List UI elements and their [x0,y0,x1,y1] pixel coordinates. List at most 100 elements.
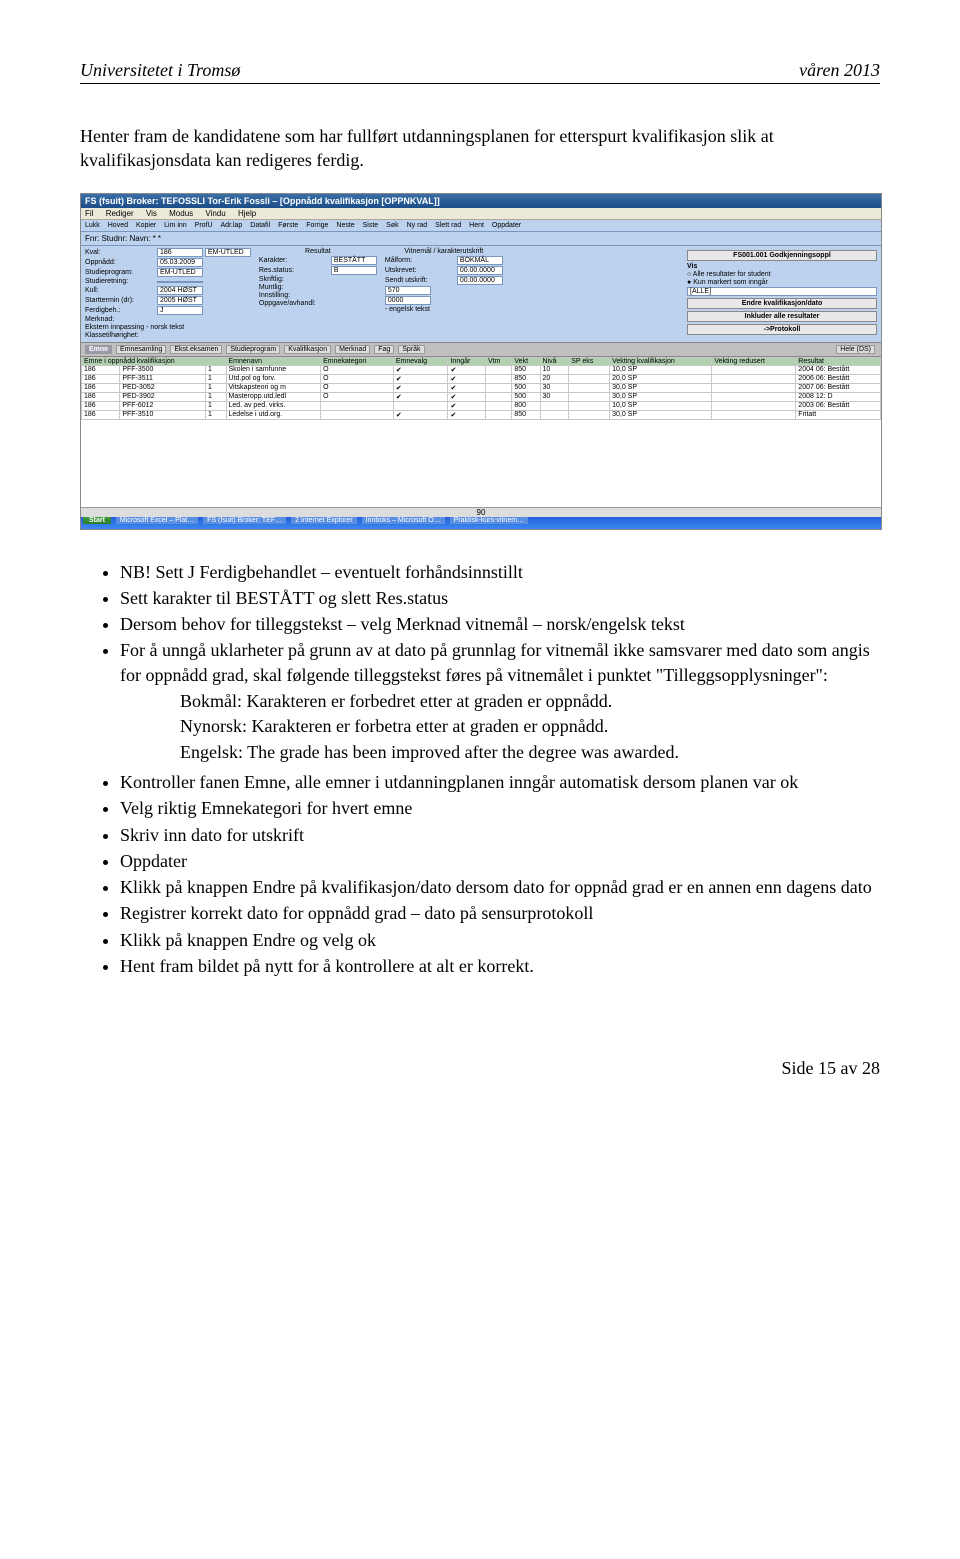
task-doc[interactable]: Praktisk-kurs-vitnem… [450,517,528,524]
kval-field[interactable]: 186 [157,248,203,257]
klasse-label: Klassetilhørighet: [85,332,251,339]
menu-fil[interactable]: Fil [85,209,93,218]
protokoll-button[interactable]: ->Protokoll [687,324,877,335]
menu-vindu[interactable]: Vindu [205,209,225,218]
bullet-10: Registrer korrekt dato for oppnådd grad … [120,901,880,925]
tb-liminn[interactable]: Lim inn [164,222,187,229]
tb-oppdater[interactable]: Oppdater [492,222,521,229]
endre-button[interactable]: Endre kvalifikasjon/dato [687,298,877,309]
tab-hele[interactable]: Hele (DS) [836,345,875,354]
tab-fag[interactable]: Fag [374,345,394,354]
menu-modus[interactable]: Modus [169,209,193,218]
bullet-4: For å unngå uklarheter på grunn av at da… [120,638,880,763]
table-row[interactable]: 186PED-39021Masteropp.utd.ledlO✔✔5003030… [82,392,881,401]
utskrevet-field[interactable]: 00.00.0000 [457,266,503,275]
bullet-9: Klikk på knappen Endre på kvalifikasjon/… [120,875,880,899]
tb-forste[interactable]: Første [278,222,298,229]
tb-hent[interactable]: Hent [469,222,484,229]
bullet-1: NB! Sett J Ferdigbehandlet – eventuelt f… [120,560,880,584]
kval2-field[interactable]: EM-UTLED [205,248,251,257]
header-row: Fnr: Studnr: Navn: * * [81,232,881,246]
radio-kun[interactable]: ● Kun markert som inngår [687,279,877,286]
ferdigbeh-field[interactable]: J [157,306,203,315]
engelsk-tekst-label: - engelsk tekst [385,306,503,313]
sub-nynorsk: Nynorsk: Karakteren er forbetra etter at… [180,714,880,738]
task-ie[interactable]: 2 Internet Explorer [291,517,357,524]
toolbar: Lukk Hoved Kopier Lim inn ProfU Adr.lap … [81,220,881,232]
screenshot: FS (fsuit) Broker: TEFOSSLI Tor-Erik Fos… [80,193,882,530]
menu-rediger[interactable]: Rediger [106,209,134,218]
tb-lukk[interactable]: Lukk [85,222,100,229]
right-pane: FS001.001 Godkjenningsoppl Vis ○ Alle re… [683,246,881,342]
table-row[interactable]: 186PFF-35101Ledelse i utd.org.✔✔85030,0 … [82,410,881,419]
tb-adrlap[interactable]: Adr.lap [221,222,243,229]
tb-slettrad[interactable]: Slett rad [435,222,461,229]
malform-field[interactable]: BOKMÅL [457,256,503,265]
sendt-field[interactable]: 00.00.0000 [457,276,503,285]
norsk-tekst-label: Ekstern innpassing - norsk tekst [85,324,251,331]
table-row[interactable]: 186PFF-35111Utd.pol og forv.O✔✔8502020,0… [82,374,881,383]
tb-datafil[interactable]: Datafil [250,222,270,229]
start-button[interactable]: Start [83,517,111,524]
karakter-field[interactable]: BESTÅTT [331,256,377,265]
bullet-5: Kontroller fanen Emne, alle emner i utda… [120,770,880,794]
tab-eksteksamen[interactable]: Ekst.eksamen [170,345,222,354]
form-mid2: Vitnemål / karakterutskrift Målform: BOK… [381,246,507,342]
tb-nyrad[interactable]: Ny rad [407,222,428,229]
code-button[interactable]: FS001.001 Godkjenningsoppl [687,250,877,261]
tb-forrige[interactable]: Forrige [306,222,328,229]
tb-sok[interactable]: Søk [386,222,398,229]
table-row[interactable]: 186PED-30521Vitskapsteori og mO✔✔5003030… [82,383,881,392]
menubar[interactable]: Fil Rediger Vis Modus Vindu Hjelp [81,208,881,220]
bullet-11: Klikk på knappen Endre og velg ok [120,928,880,952]
tab-sprak[interactable]: Språk [398,345,424,354]
field-570[interactable]: 570 [385,286,431,295]
bullet-list: NB! Sett J Ferdigbehandlet – eventuelt f… [80,560,880,979]
bullet-3: Dersom behov for tilleggstekst – velg Me… [120,612,880,636]
table-row[interactable]: 186PFF-35001Skolen i samfunneO✔✔8501010,… [82,365,881,374]
task-fs[interactable]: FS (fsuit) Broker: TEF… [203,517,286,524]
sub-bokmal: Bokmål: Karakteren er forbedret etter at… [180,689,880,713]
alle-field[interactable]: [ALLE] [687,287,877,296]
tab-emne[interactable]: Emne [85,345,112,354]
kull-field[interactable]: 2004 HØST [157,286,203,295]
studieprogram-field[interactable]: EM-UTLED [157,268,203,277]
page-footer: Side 15 av 28 [80,1058,880,1079]
menu-hjelp[interactable]: Hjelp [238,209,256,218]
bullet-7: Skriv inn dato for utskrift [120,823,880,847]
task-excel[interactable]: Microsoft Excel – Plat… [116,517,198,524]
form-mid: Resultat Karakter: BESTÅTT Res.status: B… [255,246,381,342]
form-left: Kval: 186 EM-UTLED Oppnådd: 05.03.2009 S… [81,246,255,342]
task-outlook[interactable]: Innboks – Microsoft O… [362,517,445,524]
inkluder-button[interactable]: Inkluder alle resultater [687,311,877,322]
tb-profu[interactable]: ProfU [195,222,213,229]
tab-studieprogram[interactable]: Studieprogram [226,345,280,354]
bullet-6: Velg riktig Emnekategori for hvert emne [120,796,880,820]
table-row[interactable]: 186PFF-60121Led. av ped. virks.✔80010,0 … [82,401,881,410]
field-0000[interactable]: 0000 [385,296,431,305]
starttermin-field[interactable]: 2005 HØST [157,296,203,305]
tabs: Emne Emnesamling Ekst.eksamen Studieprog… [81,342,881,357]
tab-emnesamling[interactable]: Emnesamling [116,345,166,354]
bullet-12: Hent fram bildet på nytt for å kontrolle… [120,954,880,978]
studieretning-field[interactable] [157,281,203,283]
intro-paragraph: Henter fram de kandidatene som har fullf… [80,124,880,173]
sub-list: Bokmål: Karakteren er forbedret etter at… [120,689,880,764]
tb-hoved[interactable]: Hoved [108,222,128,229]
resstatus-field[interactable]: B [331,266,377,275]
footer-90: 90 [81,507,881,517]
header-left: Universitetet i Tromsø [80,60,240,81]
tab-kvalifikasjon[interactable]: Kvalifikasjon [284,345,331,354]
tb-siste[interactable]: Siste [363,222,379,229]
sub-engelsk: Engelsk: The grade has been improved aft… [180,740,880,764]
bullet-8: Oppdater [120,849,880,873]
taskbar[interactable]: Start Microsoft Excel – Plat… FS (fsuit)… [81,517,881,529]
grid[interactable]: Emne i oppnådd kvalifikasjon Emnenavn Em… [81,357,881,420]
oppnadd-field[interactable]: 05.03.2009 [157,258,203,267]
tb-neste[interactable]: Neste [336,222,354,229]
tab-merknad[interactable]: Merknad [335,345,370,354]
vis-label: Vis [687,263,877,270]
menu-vis[interactable]: Vis [146,209,157,218]
tb-kopier[interactable]: Kopier [136,222,156,229]
radio-alle[interactable]: ○ Alle resultater for student [687,271,877,278]
